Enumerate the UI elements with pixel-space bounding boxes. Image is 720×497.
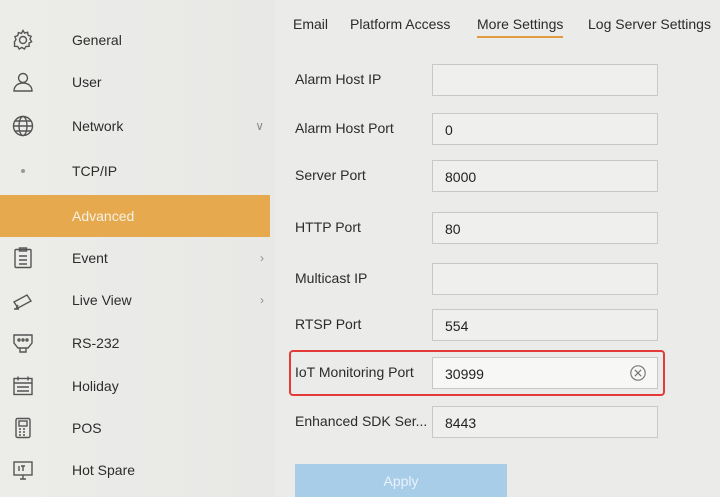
sidebar-item-tcpip[interactable]: TCP/IP [0,150,270,192]
dot-icon [10,158,36,184]
user-icon [10,69,36,95]
clipboard-icon [10,245,36,271]
sidebar-item-network[interactable]: Network ∨ [0,105,270,147]
sidebar-item-rs232[interactable]: RS-232 [0,322,270,364]
tab-bar: Email Platform Access More Settings Log … [275,0,720,44]
alarm-host-ip-input[interactable] [432,64,658,96]
field-label: HTTP Port [295,219,361,235]
sidebar-item-label: User [72,74,102,90]
pos-icon [10,415,36,441]
form-row-enhanced-sdk-port: Enhanced SDK Ser... 8443 [275,400,720,444]
port-icon [10,330,36,356]
sidebar-item-event[interactable]: Event › [0,237,270,279]
rtsp-port-input[interactable]: 554 [432,309,658,341]
multicast-ip-input[interactable] [432,263,658,295]
field-label: Alarm Host Port [295,120,394,136]
sidebar-item-label: Live View [72,292,132,308]
tab-log-server-settings[interactable]: Log Server Settings [588,16,711,32]
sidebar-item-advanced[interactable]: Advanced [0,195,270,237]
alarm-host-port-input[interactable]: 0 [432,113,658,145]
calendar-icon [10,373,36,399]
camera-icon [10,287,36,313]
form-row-http-port: HTTP Port 80 [275,206,720,250]
sidebar-item-user[interactable]: User [0,61,270,103]
sidebar-item-general[interactable]: General [0,19,270,61]
form-row-alarm-host-ip: Alarm Host IP [275,58,720,102]
chevron-right-icon: › [260,251,264,265]
sidebar-item-live-view[interactable]: Live View › [0,279,270,321]
chevron-down-icon: ∨ [255,119,264,133]
sidebar-item-label: TCP/IP [72,163,118,179]
form-row-rtsp-port: RTSP Port 554 [275,303,720,347]
field-label: Enhanced SDK Ser... [295,413,428,429]
chevron-right-icon: › [260,293,264,307]
field-label: Alarm Host IP [295,71,382,87]
tab-platform-access[interactable]: Platform Access [350,16,450,32]
gear-icon [10,27,36,53]
field-label: RTSP Port [295,316,362,332]
sidebar-item-label: Event [72,250,108,266]
http-port-input[interactable]: 80 [432,212,658,244]
apply-button[interactable]: Apply [295,464,507,497]
server-port-input[interactable]: 8000 [432,160,658,192]
server-icon [10,457,36,483]
sidebar-item-label: RS-232 [72,335,120,351]
form-row-alarm-host-port: Alarm Host Port 0 [275,107,720,151]
sidebar-item-label: General [72,32,122,48]
sidebar-item-label: Advanced [72,208,135,224]
sidebar: General User Network ∨ TCP/IP Advanced E… [0,0,275,497]
sidebar-item-label: POS [72,420,102,436]
globe-icon [10,113,36,139]
sidebar-item-hot-spare[interactable]: Hot Spare [0,449,270,491]
tab-email[interactable]: Email [293,16,328,32]
highlight-box [289,350,665,396]
sidebar-item-pos[interactable]: POS [0,407,270,449]
enhanced-sdk-port-input[interactable]: 8443 [432,406,658,438]
field-label: Server Port [295,167,366,183]
sidebar-item-holiday[interactable]: Holiday [0,365,270,407]
sidebar-item-label: Hot Spare [72,462,136,478]
sidebar-item-label: Network [72,118,124,134]
form-row-server-port: Server Port 8000 [275,154,720,198]
main-panel: Email Platform Access More Settings Log … [275,0,720,497]
field-label: Multicast IP [295,270,368,286]
tab-more-settings[interactable]: More Settings [477,16,564,38]
sidebar-item-label: Holiday [72,378,119,394]
form-row-multicast-ip: Multicast IP [275,257,720,301]
